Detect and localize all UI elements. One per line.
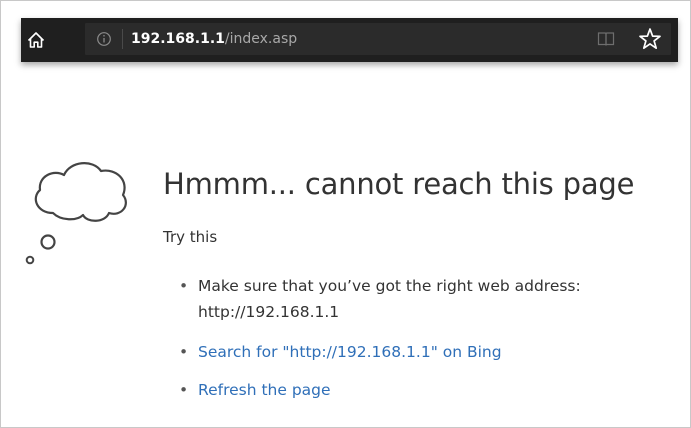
suggestion-list: • Make sure that you’ve got the right we… xyxy=(179,273,599,403)
bullet: • xyxy=(179,277,189,295)
error-title: Hmmm... cannot reach this page xyxy=(163,167,635,201)
bullet: • xyxy=(179,343,189,361)
suggestion-refresh: • Refresh the page xyxy=(179,377,599,403)
url-text[interactable]: 192.168.1.1/index.asp xyxy=(131,23,297,55)
address-divider xyxy=(122,29,123,49)
address-bar[interactable]: 192.168.1.1/index.asp xyxy=(85,23,671,55)
try-this-heading: Try this xyxy=(163,228,218,246)
thought-cloud-icon xyxy=(25,162,127,265)
home-icon xyxy=(27,32,45,48)
info-icon[interactable] xyxy=(96,31,112,47)
search-bing-link[interactable]: Search for "http://192.168.1.1" on Bing xyxy=(198,343,502,361)
suggestion-search-bing: • Search for "http://192.168.1.1" on Bin… xyxy=(179,339,599,365)
star-icon[interactable] xyxy=(637,26,663,52)
suggestion-text: Make sure that you’ve got the right web … xyxy=(198,277,581,321)
browser-window: 192.168.1.1/index.asp Hmmm... cannot rea… xyxy=(0,0,691,428)
url-host: 192.168.1.1 xyxy=(131,31,225,47)
suggestion-check-address: • Make sure that you’ve got the right we… xyxy=(179,273,599,325)
refresh-page-link[interactable]: Refresh the page xyxy=(198,381,331,399)
bullet: • xyxy=(179,381,189,399)
reading-view-icon[interactable] xyxy=(597,31,615,47)
browser-toolbar: 192.168.1.1/index.asp xyxy=(21,18,678,62)
home-button[interactable] xyxy=(21,18,51,62)
url-path: /index.asp xyxy=(224,31,298,47)
